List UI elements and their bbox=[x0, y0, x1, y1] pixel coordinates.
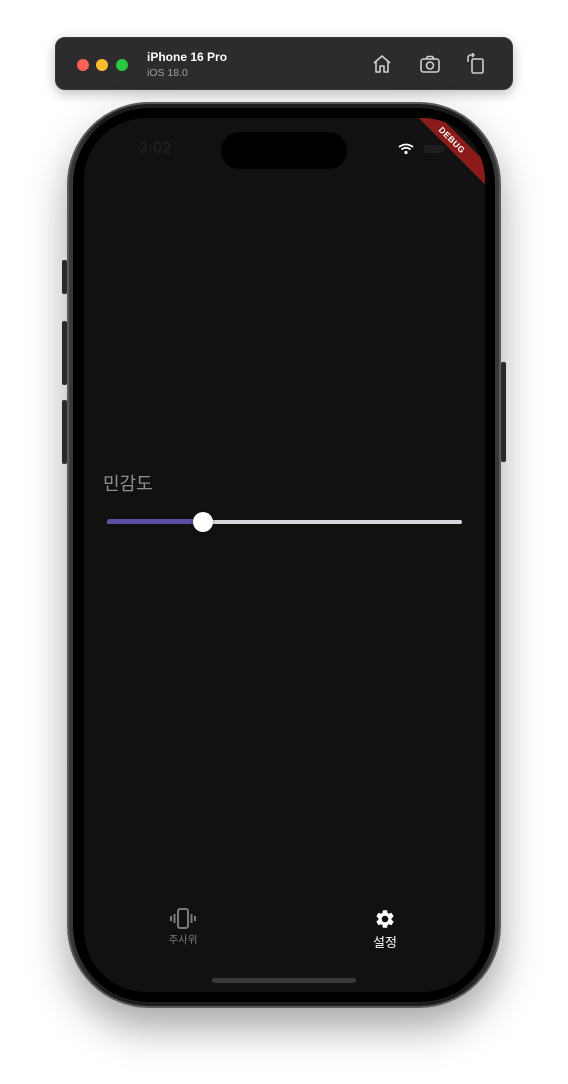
action-button bbox=[62, 260, 67, 294]
nav-item-dice[interactable]: 주사위 bbox=[143, 908, 223, 947]
volume-up-button bbox=[62, 321, 67, 385]
simulator-toolbar: iPhone 16 Pro iOS 18.0 bbox=[55, 37, 513, 90]
nav-item-settings[interactable]: 설정 bbox=[345, 908, 425, 951]
wifi-icon bbox=[398, 143, 414, 155]
slider-thumb[interactable] bbox=[192, 512, 213, 532]
zoom-window-button[interactable] bbox=[116, 59, 128, 71]
screenshot-icon[interactable] bbox=[419, 53, 441, 75]
minimize-window-button[interactable] bbox=[96, 59, 108, 71]
nav-label-dice: 주사위 bbox=[168, 934, 198, 946]
app-screen: 3:02 DEBUG 민감도 주사위 설정 bbox=[84, 118, 485, 992]
nav-label-settings: 설정 bbox=[373, 936, 397, 951]
os-version: iOS 18.0 bbox=[147, 67, 188, 79]
rotate-icon[interactable] bbox=[465, 53, 487, 75]
gear-icon bbox=[376, 910, 394, 928]
home-icon[interactable] bbox=[371, 53, 393, 75]
dynamic-island bbox=[221, 132, 347, 169]
sensitivity-label: 민감도 bbox=[103, 474, 153, 495]
power-button bbox=[501, 362, 506, 462]
status-time: 3:02 bbox=[139, 140, 172, 157]
device-name: iPhone 16 Pro bbox=[147, 50, 228, 64]
battery-icon bbox=[424, 145, 446, 153]
status-icons bbox=[398, 143, 446, 155]
close-window-button[interactable] bbox=[77, 59, 89, 71]
home-indicator[interactable] bbox=[212, 978, 356, 983]
sensitivity-slider[interactable] bbox=[107, 510, 462, 534]
slider-active-track bbox=[107, 519, 203, 524]
phone-vibrate-icon bbox=[170, 908, 196, 929]
volume-down-button bbox=[62, 400, 67, 464]
